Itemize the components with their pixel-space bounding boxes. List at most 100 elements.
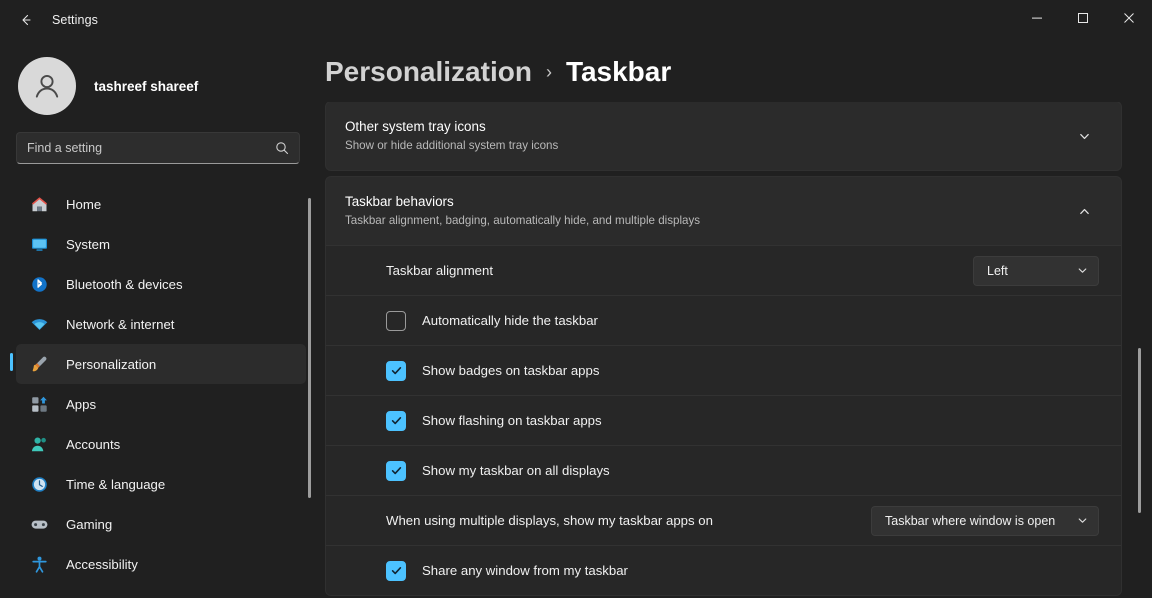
- close-icon: [1123, 11, 1135, 29]
- maximize-button[interactable]: [1060, 0, 1106, 40]
- sidebar-item-bluetooth-devices[interactable]: Bluetooth & devices: [16, 264, 306, 304]
- maximize-icon: [1077, 11, 1089, 29]
- row-share-any-window-from-taskbar[interactable]: Share any window from my taskbar: [326, 545, 1121, 595]
- back-button[interactable]: [8, 4, 44, 36]
- search-box[interactable]: [16, 132, 300, 164]
- sidebar-item-label: Accessibility: [66, 557, 138, 572]
- accounts-person-icon: [28, 433, 50, 455]
- window-controls: [1014, 0, 1152, 40]
- taskbar-alignment-dropdown[interactable]: Left: [973, 256, 1099, 286]
- title-bar: Settings: [0, 0, 1152, 40]
- bluetooth-icon: [28, 273, 50, 295]
- row-show-flashing-on-taskbar-apps[interactable]: Show flashing on taskbar apps: [326, 395, 1121, 445]
- row-label: Show my taskbar on all displays: [422, 463, 1099, 478]
- card-subtitle: Show or hide additional system tray icon…: [345, 138, 1069, 155]
- main-scrollbar-thumb[interactable]: [1138, 348, 1141, 513]
- clock-globe-icon: [28, 473, 50, 495]
- sidebar-item-apps[interactable]: Apps: [16, 384, 306, 424]
- card-header-text: Taskbar behaviors Taskbar alignment, bad…: [345, 192, 1069, 230]
- sidebar-item-label: Home: [66, 197, 101, 212]
- card-title: Taskbar behaviors: [345, 192, 1069, 211]
- avatar: [18, 57, 76, 115]
- show-flashing-checkbox[interactable]: [386, 411, 406, 431]
- paintbrush-icon: [28, 353, 50, 375]
- settings-cards: Other system tray icons Show or hide add…: [325, 102, 1152, 596]
- row-label: Show flashing on taskbar apps: [422, 413, 1099, 428]
- main-scrollbar[interactable]: [1136, 110, 1144, 588]
- multiple-displays-dropdown[interactable]: Taskbar where window is open: [871, 506, 1099, 536]
- window-body: tashreef shareef: [0, 40, 1152, 598]
- page-title: Taskbar: [566, 56, 671, 88]
- accessibility-person-icon: [28, 553, 50, 575]
- chevron-up-icon[interactable]: [1069, 196, 1099, 226]
- sidebar-item-label: Apps: [66, 397, 96, 412]
- window-title: Settings: [52, 13, 98, 27]
- card-title: Other system tray icons: [345, 117, 1069, 136]
- chevron-down-icon: [1077, 515, 1088, 526]
- wifi-icon: [28, 313, 50, 335]
- card-header-other-system-tray-icons[interactable]: Other system tray icons Show or hide add…: [326, 102, 1121, 170]
- sidebar-item-home[interactable]: Home: [16, 184, 306, 224]
- sidebar-item-label: Personalization: [66, 357, 156, 372]
- sidebar-item-accessibility[interactable]: Accessibility: [16, 544, 306, 584]
- card-taskbar-behaviors: Taskbar behaviors Taskbar alignment, bad…: [325, 176, 1122, 596]
- apps-icon: [28, 393, 50, 415]
- chevron-down-icon: [1077, 265, 1088, 276]
- card-subtitle: Taskbar alignment, badging, automaticall…: [345, 213, 1069, 230]
- settings-scroll-area: Other system tray icons Show or hide add…: [320, 102, 1152, 598]
- row-automatically-hide-taskbar[interactable]: Automatically hide the taskbar: [326, 295, 1121, 345]
- row-label: Share any window from my taskbar: [422, 563, 1099, 578]
- arrow-left-icon: [18, 12, 34, 28]
- sidebar-item-label: System: [66, 237, 110, 252]
- breadcrumb: Personalization › Taskbar: [325, 40, 1152, 102]
- sidebar-item-label: Time & language: [66, 477, 165, 492]
- main-content: Personalization › Taskbar Other system t…: [320, 40, 1152, 598]
- sidebar-item-accounts[interactable]: Accounts: [16, 424, 306, 464]
- account-name: tashreef shareef: [94, 79, 198, 94]
- row-label: Automatically hide the taskbar: [422, 313, 1099, 328]
- breadcrumb-separator-icon: ›: [546, 62, 552, 83]
- breadcrumb-root[interactable]: Personalization: [325, 56, 532, 88]
- sidebar: tashreef shareef: [0, 40, 320, 598]
- sidebar-nav: Home System: [0, 184, 320, 598]
- row-label: Show badges on taskbar apps: [422, 363, 1099, 378]
- card-header-taskbar-behaviors[interactable]: Taskbar behaviors Taskbar alignment, bad…: [326, 177, 1121, 245]
- sidebar-item-label: Network & internet: [66, 317, 174, 332]
- sidebar-item-label: Bluetooth & devices: [66, 277, 183, 292]
- minimize-icon: [1031, 11, 1043, 29]
- row-multiple-displays-taskbar-apps: When using multiple displays, show my ta…: [326, 495, 1121, 545]
- gamepad-icon: [28, 513, 50, 535]
- sidebar-item-time-language[interactable]: Time & language: [16, 464, 306, 504]
- dropdown-value: Taskbar where window is open: [885, 514, 1065, 528]
- system-monitor-icon: [28, 233, 50, 255]
- show-taskbar-all-displays-checkbox[interactable]: [386, 461, 406, 481]
- share-any-window-checkbox[interactable]: [386, 561, 406, 581]
- minimize-button[interactable]: [1014, 0, 1060, 40]
- close-button[interactable]: [1106, 0, 1152, 40]
- search-container: [16, 132, 300, 164]
- account-block[interactable]: tashreef shareef: [0, 40, 320, 132]
- sidebar-item-label: Accounts: [66, 437, 120, 452]
- chevron-down-icon[interactable]: [1069, 121, 1099, 151]
- sidebar-item-gaming[interactable]: Gaming: [16, 504, 306, 544]
- settings-window: Settings: [0, 0, 1152, 598]
- row-show-badges-on-taskbar-apps[interactable]: Show badges on taskbar apps: [326, 345, 1121, 395]
- row-label: Taskbar alignment: [386, 263, 973, 278]
- search-input[interactable]: [27, 141, 275, 155]
- sidebar-item-label: Gaming: [66, 517, 112, 532]
- card-header-text: Other system tray icons Show or hide add…: [345, 117, 1069, 155]
- row-show-taskbar-on-all-displays[interactable]: Show my taskbar on all displays: [326, 445, 1121, 495]
- home-icon: [28, 193, 50, 215]
- sidebar-scrollbar-thumb[interactable]: [308, 198, 311, 498]
- sidebar-scrollbar[interactable]: [306, 198, 314, 514]
- show-badges-checkbox[interactable]: [386, 361, 406, 381]
- sidebar-item-network-internet[interactable]: Network & internet: [16, 304, 306, 344]
- taskbar-behaviors-expanded: Taskbar alignment Left: [326, 245, 1121, 595]
- sidebar-item-personalization[interactable]: Personalization: [16, 344, 306, 384]
- dropdown-value: Left: [987, 264, 1065, 278]
- automatically-hide-taskbar-checkbox[interactable]: [386, 311, 406, 331]
- search-icon[interactable]: [275, 141, 289, 155]
- sidebar-item-system[interactable]: System: [16, 224, 306, 264]
- card-other-system-tray-icons: Other system tray icons Show or hide add…: [325, 102, 1122, 171]
- row-taskbar-alignment: Taskbar alignment Left: [326, 245, 1121, 295]
